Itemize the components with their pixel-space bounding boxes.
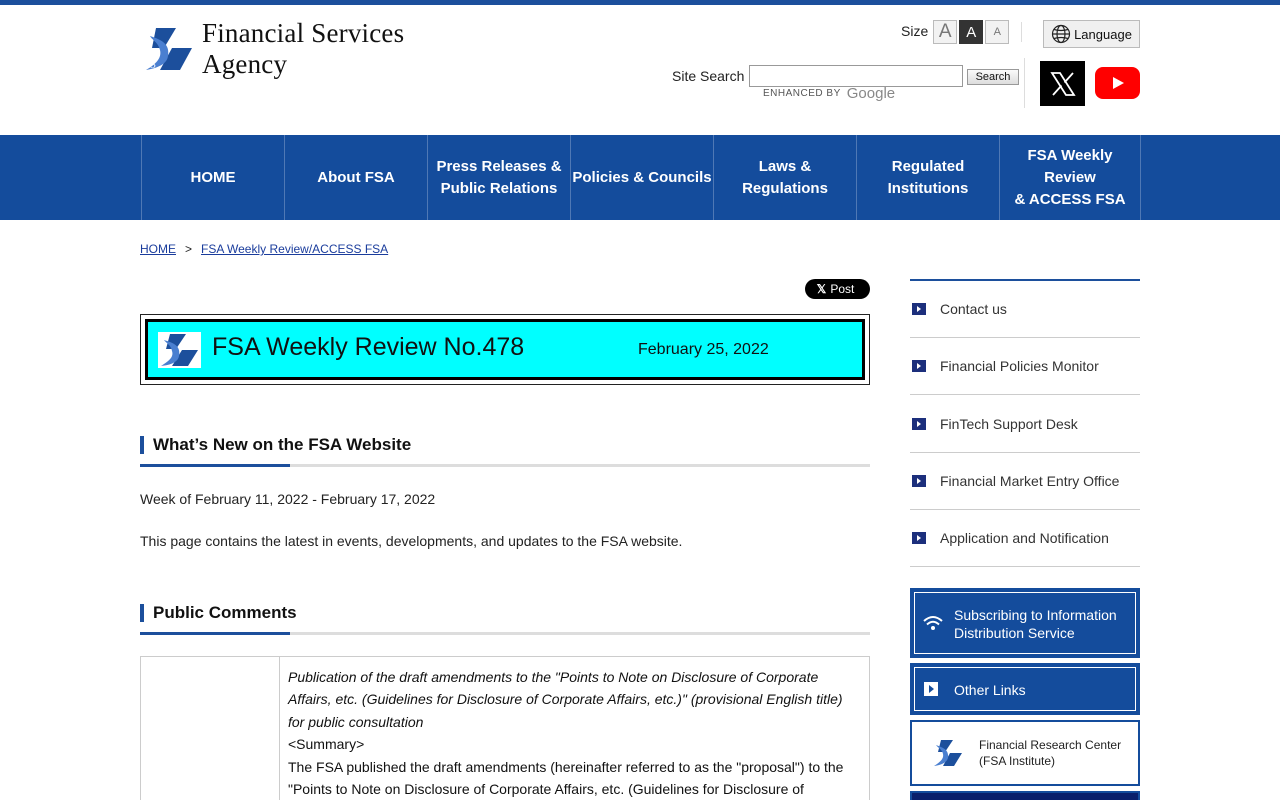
size-label: Size — [901, 23, 929, 39]
public-comments-heading-text: Public Comments — [153, 603, 297, 622]
x-twitter-icon[interactable] — [1040, 61, 1085, 106]
weekly-review-banner: FSA Weekly Review No.478 February 25, 20… — [140, 314, 870, 385]
size-small-button[interactable]: A — [985, 20, 1010, 44]
arrow-right-icon — [912, 532, 926, 544]
logo-text: Financial Services Agency — [202, 18, 405, 79]
site-search-input[interactable] — [749, 65, 963, 87]
size-large-button[interactable]: A — [933, 20, 958, 44]
nav-about-fsa[interactable]: About FSA — [284, 135, 427, 220]
header-divider — [1021, 22, 1022, 42]
sidebar-item-market-entry[interactable]: Financial Market Entry Office — [910, 453, 1140, 510]
site-search-label: Site Search — [672, 68, 745, 84]
week-range: Week of February 11, 2022 - February 17,… — [140, 491, 436, 507]
whats-new-heading: What’s New on the FSA Website — [140, 435, 870, 469]
language-button[interactable]: Language — [1043, 20, 1140, 48]
other-links-button[interactable]: Other Links — [910, 663, 1140, 715]
fsa-emblem-icon — [158, 332, 201, 368]
table-content-cell: Publication of the draft amendments to t… — [288, 666, 858, 800]
search-button[interactable]: Search — [967, 69, 1019, 85]
fsa-logo[interactable]: 25 Financial Services Agency — [142, 18, 482, 79]
breadcrumb: HOME > FSA Weekly Review/ACCESS FSA — [140, 242, 388, 256]
enhanced-by-google: ENHANCED BY Google — [763, 85, 895, 102]
public-comments-table: Publication of the draft amendments to t… — [140, 656, 870, 800]
intro-text: This page contains the latest in events,… — [140, 533, 683, 549]
arrow-right-icon — [912, 360, 926, 372]
frc-line2: (FSA Institute) — [979, 754, 1056, 768]
arrow-right-icon — [912, 475, 926, 487]
nav-regulated-institutions[interactable]: Regulated Institutions — [856, 135, 999, 220]
sidebar-item-label: Financial Market Entry Office — [940, 473, 1120, 489]
frc-label: Financial Research Center (FSA Institute… — [979, 737, 1121, 769]
public-comment-title: Publication of the draft amendments to t… — [288, 669, 843, 730]
arrow-right-icon — [924, 682, 938, 696]
sidebar-item-contact-us[interactable]: Contact us — [910, 281, 1140, 338]
summary-text: The FSA published the draft amendments (… — [288, 758, 844, 798]
x-post-button[interactable]: 𝕏 Post — [805, 279, 870, 299]
x-logo-icon: 𝕏 — [816, 282, 827, 296]
table-category-cell — [141, 657, 280, 800]
public-comments-heading: Public Comments — [140, 603, 870, 637]
whats-new-heading-text: What’s New on the FSA Website — [153, 435, 412, 454]
fsa-emblem-icon — [934, 740, 962, 766]
banner-title: FSA Weekly Review No.478 — [212, 333, 525, 361]
language-label: Language — [1074, 26, 1132, 42]
breadcrumb-home-link[interactable]: HOME — [140, 242, 176, 256]
breadcrumb-separator: > — [185, 242, 193, 256]
other-links-label: Other Links — [954, 682, 1026, 698]
sidebar-item-fintech[interactable]: FinTech Support Desk — [910, 396, 1140, 453]
top-accent-bar — [0, 0, 1280, 5]
wifi-icon — [923, 616, 943, 630]
financial-research-center-link[interactable]: Financial Research Center (FSA Institute… — [910, 720, 1140, 786]
banner-date: February 25, 2022 — [638, 341, 769, 358]
youtube-icon[interactable] — [1095, 67, 1140, 99]
svg-text:25: 25 — [145, 59, 157, 71]
sidebar-item-label: Application and Notification — [940, 530, 1109, 546]
breadcrumb-current-link[interactable]: FSA Weekly Review/ACCESS FSA — [201, 242, 388, 256]
nav-home[interactable]: HOME — [141, 135, 284, 220]
fsa-25th-emblem-icon: 25 — [142, 26, 194, 72]
sidebar-item-application[interactable]: Application and Notification — [910, 510, 1140, 567]
subscribe-button[interactable]: Subscribing to Information Distribution … — [910, 588, 1140, 658]
nav-press-releases[interactable]: Press Releases & Public Relations — [427, 135, 570, 220]
sidebar-item-label: Financial Policies Monitor — [940, 358, 1099, 374]
nav-laws-regulations[interactable]: Laws & Regulations — [713, 135, 856, 220]
post-label: Post — [830, 282, 855, 296]
subscribe-label: Subscribing to Information Distribution … — [954, 607, 1117, 641]
enhanced-by-label: ENHANCED BY — [763, 88, 841, 99]
sidebar-next-banner[interactable] — [910, 791, 1140, 800]
size-medium-button[interactable]: A — [959, 20, 984, 44]
nav-weekly-review[interactable]: FSA Weekly Review & ACCESS FSA — [999, 135, 1141, 220]
arrow-right-icon — [912, 418, 926, 430]
sidebar-item-label: Contact us — [940, 301, 1007, 317]
google-wordmark: Google — [846, 85, 896, 102]
sidebar-item-policies-monitor[interactable]: Financial Policies Monitor — [910, 338, 1140, 395]
frc-line1: Financial Research Center — [979, 738, 1122, 752]
nav-policies-councils[interactable]: Policies & Councils — [570, 135, 713, 220]
globe-icon — [1051, 24, 1071, 44]
header-divider — [1024, 58, 1025, 108]
main-navigation: HOME About FSA Press Releases & Public R… — [0, 135, 1280, 220]
summary-label: <Summary> — [288, 736, 365, 753]
text-size-controls: Size A A A — [901, 20, 1011, 44]
sidebar-item-label: FinTech Support Desk — [940, 416, 1078, 432]
arrow-right-icon — [912, 303, 926, 315]
